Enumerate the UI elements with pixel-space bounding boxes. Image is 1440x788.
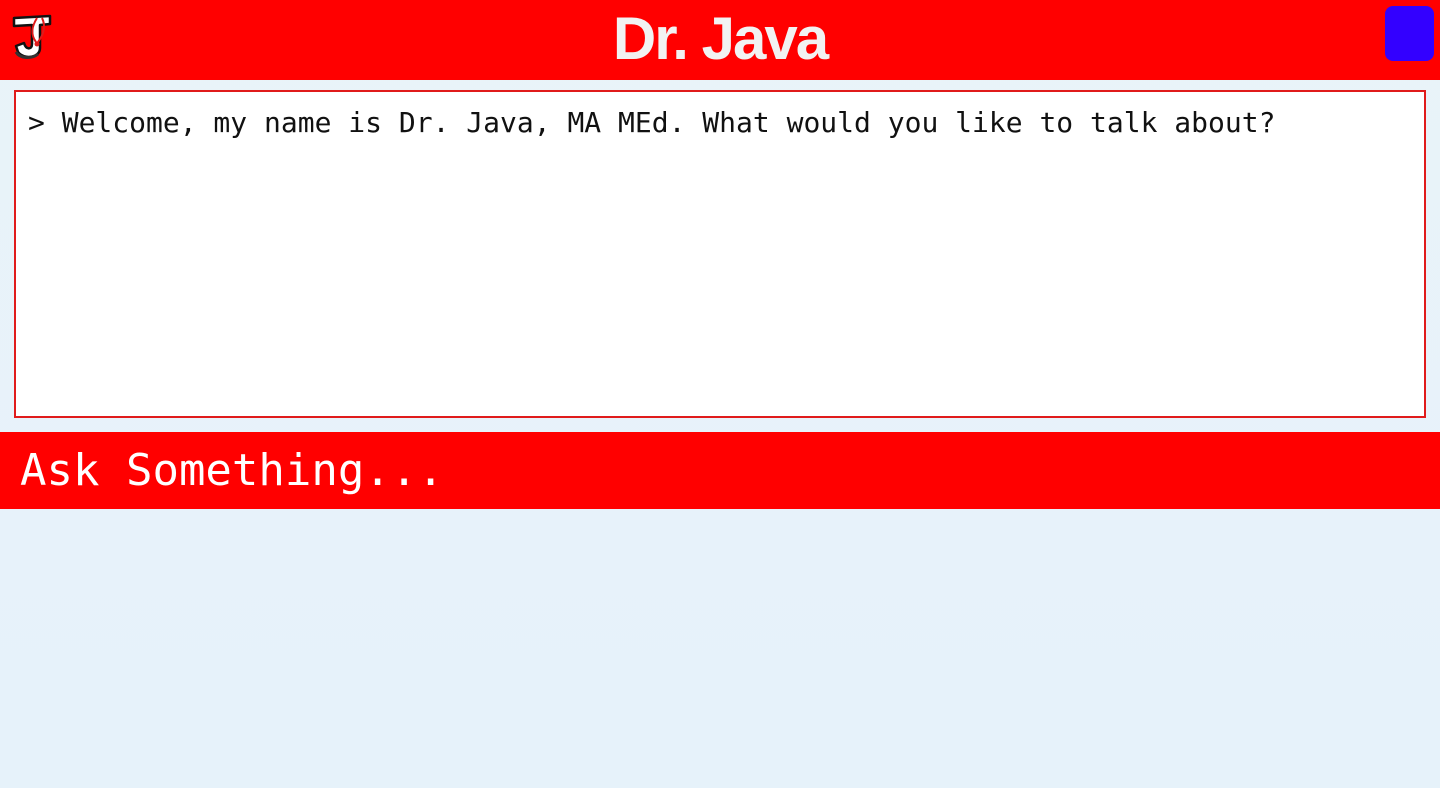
menu-button[interactable] [1385, 6, 1434, 61]
chat-message: > Welcome, my name is Dr. Java, MA MEd. … [28, 106, 1275, 140]
chat-message-text: Welcome, my name is Dr. Java, MA MEd. Wh… [61, 106, 1276, 139]
chat-log: > Welcome, my name is Dr. Java, MA MEd. … [14, 90, 1426, 418]
app-header: Dr. Java [0, 0, 1440, 80]
chat-prompt-prefix: > [28, 106, 45, 139]
ask-bar [0, 432, 1440, 509]
ask-input[interactable] [0, 432, 1440, 509]
app-title: Dr. Java [612, 5, 829, 72]
